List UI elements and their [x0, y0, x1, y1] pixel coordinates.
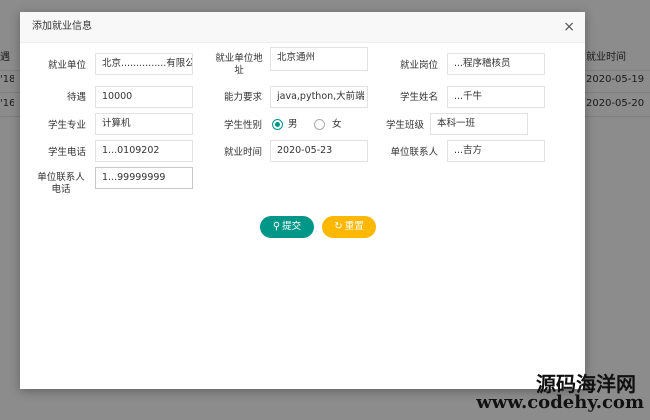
contact-phone-label: 单位联系人电话	[37, 172, 85, 195]
gender-radio-male[interactable]	[272, 119, 283, 130]
student-name-label: 学生姓名	[399, 92, 438, 103]
add-employment-dialog: 添加就业信息 × 就业单位 北京...............有限公司 就业单位…	[20, 12, 585, 389]
skills-input[interactable]: java,python,大前端	[270, 86, 368, 108]
contact-label: 单位联系人	[390, 147, 438, 158]
contact-phone-input[interactable]: 1...99999999	[95, 167, 193, 189]
position-label: 就业岗位	[399, 60, 438, 71]
reset-label: 重置	[344, 221, 364, 232]
phone-label: 学生电话	[47, 147, 86, 158]
employ-date-input[interactable]: 2020-05-23	[270, 140, 368, 162]
reset-button[interactable]: ↻ 重置	[322, 216, 376, 238]
gender-label: 学生性别	[223, 120, 262, 131]
class-input[interactable]: 本科一班	[430, 113, 528, 135]
watermark-url: www.codehy.com	[476, 392, 644, 413]
search-icon: ⚲	[272, 221, 281, 232]
salary-input[interactable]: 10000	[95, 86, 193, 108]
class-label: 学生班级	[385, 120, 424, 131]
employ-date-label: 就业时间	[223, 147, 262, 158]
gender-option-male: 男	[288, 119, 298, 130]
student-name-input[interactable]: ...千牛	[447, 86, 545, 108]
submit-label: 提交	[282, 221, 302, 232]
close-icon[interactable]: ×	[563, 12, 575, 42]
major-label: 学生专业	[47, 120, 86, 131]
company-address-input[interactable]: 北京通州	[270, 47, 368, 71]
position-input[interactable]: ...程序稽核员	[447, 53, 545, 75]
gender-radio-female[interactable]	[314, 119, 325, 130]
contact-input[interactable]: ...吉方	[447, 140, 545, 162]
company-address-label: 就业单位地址	[215, 53, 263, 76]
company-input[interactable]: 北京...............有限公司	[95, 53, 193, 75]
refresh-icon: ↻	[334, 221, 343, 232]
phone-input[interactable]: 1...0109202	[95, 140, 193, 162]
dialog-title: 添加就业信息	[32, 21, 92, 32]
major-input[interactable]: 计算机	[95, 113, 193, 135]
gender-option-female: 女	[332, 119, 342, 130]
salary-label: 待遇	[66, 92, 86, 103]
submit-button[interactable]: ⚲ 提交	[260, 216, 314, 238]
company-label: 就业单位	[47, 60, 86, 71]
skills-label: 能力要求	[223, 92, 262, 103]
dialog-header: 添加就业信息 ×	[20, 12, 585, 43]
